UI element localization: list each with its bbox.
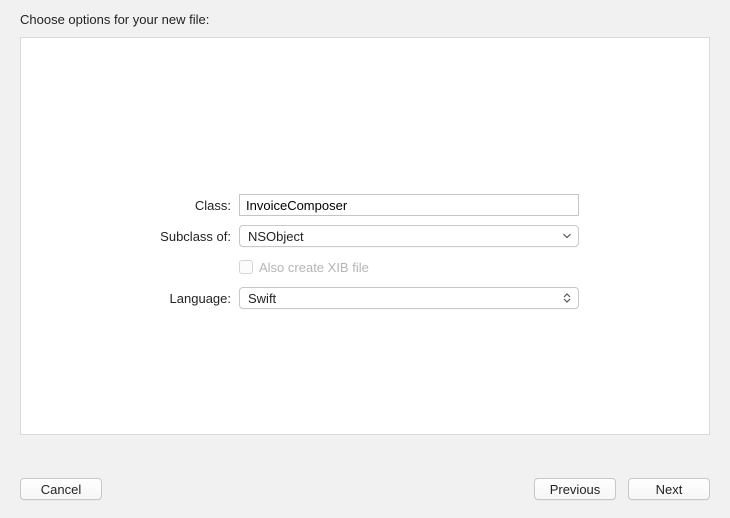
up-down-arrows-icon — [562, 293, 572, 303]
sheet-title: Choose options for your new file: — [20, 12, 209, 27]
subclass-value: NSObject — [248, 229, 304, 244]
xib-checkbox-row: Also create XIB file — [239, 257, 579, 277]
footer-bar: Cancel Previous Next — [20, 478, 710, 500]
xib-label: Also create XIB file — [259, 260, 369, 275]
xib-checkbox — [239, 260, 253, 274]
language-row: Language: Swift — [21, 287, 709, 309]
language-select[interactable]: Swift — [239, 287, 579, 309]
subclass-label: Subclass of: — [21, 229, 239, 244]
options-form: Class: Subclass of: NSObject — [21, 194, 709, 309]
language-label: Language: — [21, 291, 239, 306]
subclass-row: Subclass of: NSObject — [21, 225, 709, 247]
previous-button[interactable]: Previous — [534, 478, 616, 500]
language-value: Swift — [248, 291, 276, 306]
class-row: Class: — [21, 194, 709, 216]
new-file-options-sheet: Choose options for your new file: Class:… — [0, 0, 730, 518]
cancel-button[interactable]: Cancel — [20, 478, 102, 500]
class-label: Class: — [21, 198, 239, 213]
sheet-header: Choose options for your new file: — [0, 0, 730, 37]
subclass-combobox[interactable]: NSObject — [239, 225, 579, 247]
class-input[interactable] — [239, 194, 579, 216]
xib-row: Also create XIB file — [21, 256, 709, 278]
chevron-down-icon — [562, 233, 572, 239]
next-button[interactable]: Next — [628, 478, 710, 500]
options-panel: Class: Subclass of: NSObject — [20, 37, 710, 435]
